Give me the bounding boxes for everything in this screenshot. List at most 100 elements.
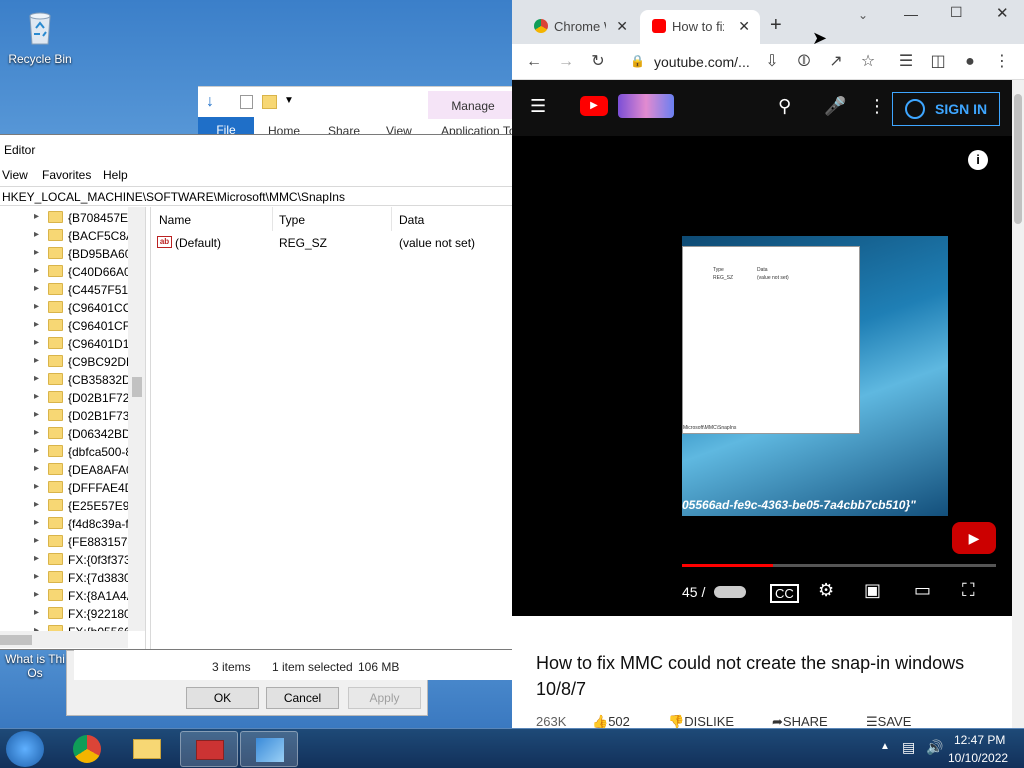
youtube-doodle-icon[interactable] (618, 94, 674, 118)
tree-key-item[interactable]: ▸ {D06342BD- (0, 425, 145, 443)
recycle-bin-icon[interactable]: Recycle Bin (2, 8, 78, 66)
ok-button[interactable]: OK (186, 687, 259, 709)
tree-key-item[interactable]: ▸ {C40D66A0 (0, 263, 145, 281)
chrome-close-button[interactable]: ✕ (996, 4, 1009, 22)
expand-arrow-icon[interactable]: ▸ (34, 607, 39, 618)
profile-icon[interactable]: ● (960, 52, 980, 72)
scrollbar-thumb[interactable] (1014, 94, 1022, 224)
captions-icon[interactable]: CC (770, 584, 799, 603)
show-hidden-icons[interactable]: ▲ (880, 741, 890, 752)
microphone-icon[interactable]: 🎤 (824, 96, 846, 117)
scrollbar-thumb[interactable] (0, 635, 32, 645)
clock-time[interactable]: 12:47 PM (954, 733, 1005, 747)
expand-arrow-icon[interactable]: ▸ (34, 427, 39, 438)
autoplay-toggle[interactable] (714, 586, 746, 598)
tree-key-item[interactable]: ▸ {BACF5C8A (0, 227, 145, 245)
tree-key-item[interactable]: ▸ {FE883157-( (0, 533, 145, 551)
tree-key-item[interactable]: ▸ FX:{7d3830a (0, 569, 145, 587)
menu-favorites[interactable]: Favorites (42, 168, 91, 182)
expand-arrow-icon[interactable]: ▸ (34, 571, 39, 582)
chrome-maximize-button[interactable]: ☐ (950, 4, 963, 21)
expand-arrow-icon[interactable]: ▸ (34, 265, 39, 276)
tree-vertical-scrollbar[interactable] (128, 207, 145, 631)
youtube-logo-icon[interactable]: ▶ (580, 96, 608, 116)
side-panel-icon[interactable]: ◫ (928, 52, 948, 72)
expand-arrow-icon[interactable]: ▸ (34, 373, 39, 384)
tree-key-item[interactable]: ▸ {C96401CF- (0, 317, 145, 335)
tree-key-item[interactable]: ▸ {DFFFAE4D- (0, 479, 145, 497)
miniplayer-icon[interactable]: ▣ (864, 580, 881, 601)
taskbar-toolbox[interactable] (180, 731, 238, 767)
tree-key-item[interactable]: ▸ {D02B1F73- (0, 407, 145, 425)
tree-key-item[interactable]: ▸ {B708457E- (0, 209, 145, 227)
expand-arrow-icon[interactable]: ▸ (34, 535, 39, 546)
tree-key-item[interactable]: ▸ {dbfca500-8 (0, 443, 145, 461)
tree-horizontal-scrollbar[interactable] (0, 631, 128, 648)
expand-arrow-icon[interactable]: ▸ (34, 211, 39, 222)
quick-access-dropdown-icon[interactable]: ▼ (284, 95, 294, 106)
menu-help[interactable]: Help (103, 168, 128, 182)
info-icon[interactable]: i (968, 150, 988, 170)
menu-kebab-icon[interactable]: ⋮ (992, 52, 1012, 72)
quick-access-down-icon[interactable]: ↓ (206, 93, 214, 111)
expand-arrow-icon[interactable]: ▸ (34, 463, 39, 474)
menu-view[interactable]: View (2, 168, 28, 182)
column-divider[interactable] (391, 207, 392, 231)
expand-arrow-icon[interactable]: ▸ (34, 301, 39, 312)
share-icon[interactable]: ↗ (826, 52, 846, 72)
start-button[interactable] (6, 731, 44, 767)
volume-icon[interactable]: 🔊 (926, 739, 943, 756)
tree-key-item[interactable]: ▸ {CB35832D (0, 371, 145, 389)
column-divider[interactable] (272, 207, 273, 231)
expand-arrow-icon[interactable]: ▸ (34, 499, 39, 510)
new-folder-icon[interactable] (262, 95, 277, 109)
chrome-minimize-button[interactable]: — (904, 6, 918, 22)
expand-arrow-icon[interactable]: ▸ (34, 247, 39, 258)
tree-key-item[interactable]: ▸ {C96401D1- (0, 335, 145, 353)
tree-key-item[interactable]: ▸ {C9BC92DF (0, 353, 145, 371)
close-tab-icon[interactable]: ✕ (738, 18, 750, 35)
tree-key-item[interactable]: ▸ FX:{922180c (0, 605, 145, 623)
expand-arrow-icon[interactable]: ▸ (34, 409, 39, 420)
scrollbar-thumb[interactable] (132, 377, 142, 397)
expand-arrow-icon[interactable]: ▸ (34, 589, 39, 600)
column-type[interactable]: Type (279, 213, 305, 227)
taskbar-chrome[interactable] (58, 731, 116, 767)
tree-key-item[interactable]: ▸ FX:{8A1A4A (0, 587, 145, 605)
tree-key-item[interactable]: ▸ {D02B1F72- (0, 389, 145, 407)
manage-tab[interactable]: Manage (428, 91, 518, 119)
new-tab-icon[interactable]: + (770, 14, 782, 37)
settings-gear-icon[interactable]: ⚙ (818, 580, 834, 601)
expand-arrow-icon[interactable]: ▸ (34, 229, 39, 240)
tree-key-item[interactable]: ▸ {E25E57E9-I (0, 497, 145, 515)
tree-key-item[interactable]: ▸ FX:{0f3f373 (0, 551, 145, 569)
hamburger-menu-icon[interactable]: ☰ (530, 96, 546, 117)
forward-icon[interactable]: → (556, 52, 576, 72)
desktop-file-icon[interactable]: What is Thi Os (0, 652, 70, 680)
column-name[interactable]: Name (159, 213, 191, 227)
video-player[interactable]: i Type Data REG_SZ (value not set) Micro… (512, 136, 1012, 616)
expand-arrow-icon[interactable]: ▸ (34, 481, 39, 492)
sign-in-button[interactable]: SIGN IN (892, 92, 1000, 126)
youtube-play-overlay-icon[interactable]: ▶ (952, 522, 996, 554)
eye-off-icon[interactable]: ⦷ (794, 52, 814, 72)
tree-key-item[interactable]: ▸ {f4d8c39a-f (0, 515, 145, 533)
video-progress-bar[interactable] (682, 564, 996, 567)
more-options-icon[interactable]: ⋮ (868, 96, 886, 117)
expand-arrow-icon[interactable]: ▸ (34, 391, 39, 402)
clock-date[interactable]: 10/10/2022 (948, 751, 1008, 765)
expand-arrow-icon[interactable]: ▸ (34, 445, 39, 456)
reload-icon[interactable]: ↻ (588, 52, 608, 72)
back-icon[interactable]: ← (524, 52, 544, 72)
expand-arrow-icon[interactable]: ▸ (34, 553, 39, 564)
expand-arrow-icon[interactable]: ▸ (34, 355, 39, 366)
properties-check-icon[interactable] (240, 95, 253, 109)
search-icon[interactable]: ⚲ (778, 96, 791, 117)
cancel-button[interactable]: Cancel (266, 687, 339, 709)
tree-key-item[interactable]: ▸ {DEA8AFA0 (0, 461, 145, 479)
tree-key-item[interactable]: ▸ {C96401CC (0, 299, 145, 317)
tree-key-item[interactable]: ▸ {BD95BA60 (0, 245, 145, 263)
page-scrollbar[interactable] (1012, 80, 1024, 728)
tab-chrome[interactable]: Chrome W ✕ (522, 10, 638, 44)
media-queue-icon[interactable]: ☰ (896, 52, 916, 72)
